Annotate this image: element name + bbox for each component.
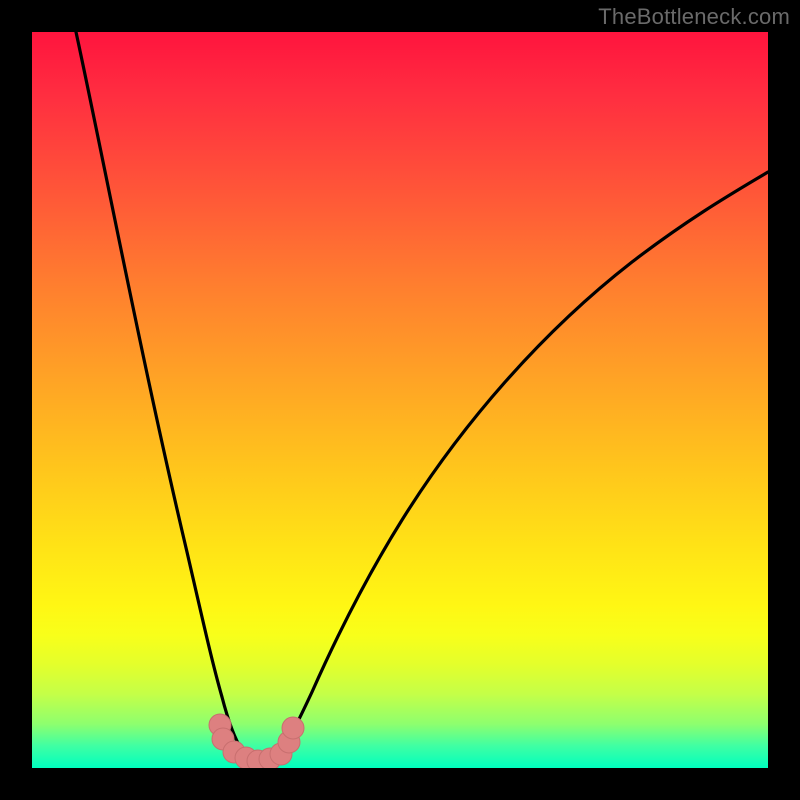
watermark-text: TheBottleneck.com — [598, 4, 790, 30]
plot-area — [32, 32, 768, 768]
chart-frame: TheBottleneck.com — [0, 0, 800, 800]
marker-layer — [32, 32, 768, 768]
highlight-dots — [209, 714, 304, 768]
